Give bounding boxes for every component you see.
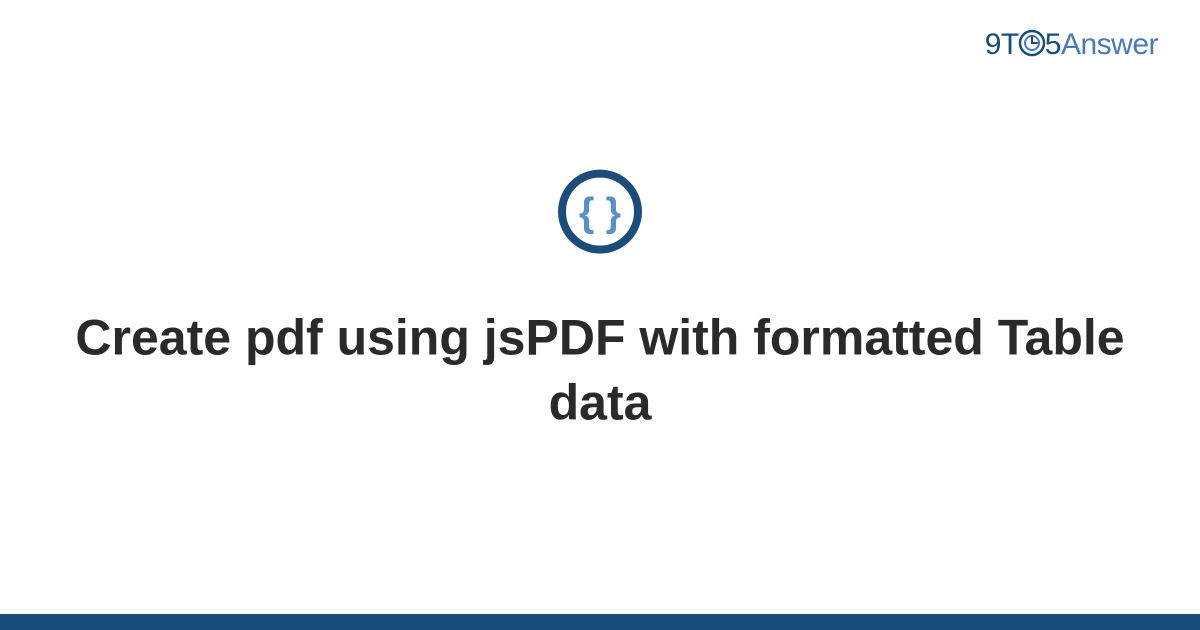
logo-text-9t: 9T [985,28,1019,61]
clock-icon [1018,29,1046,57]
logo-text-answer: Answer [1061,28,1158,61]
code-braces-icon: { } [556,168,644,256]
svg-text:{ }: { } [579,191,621,235]
main-content: { } Create pdf using jsPDF with formatte… [0,168,1200,436]
logo-text-5: 5 [1045,28,1061,61]
brand-logo: 9T 5Answer [985,28,1158,62]
page-title: Create pdf using jsPDF with formatted Ta… [0,306,1200,436]
footer-accent-bar [0,614,1200,630]
